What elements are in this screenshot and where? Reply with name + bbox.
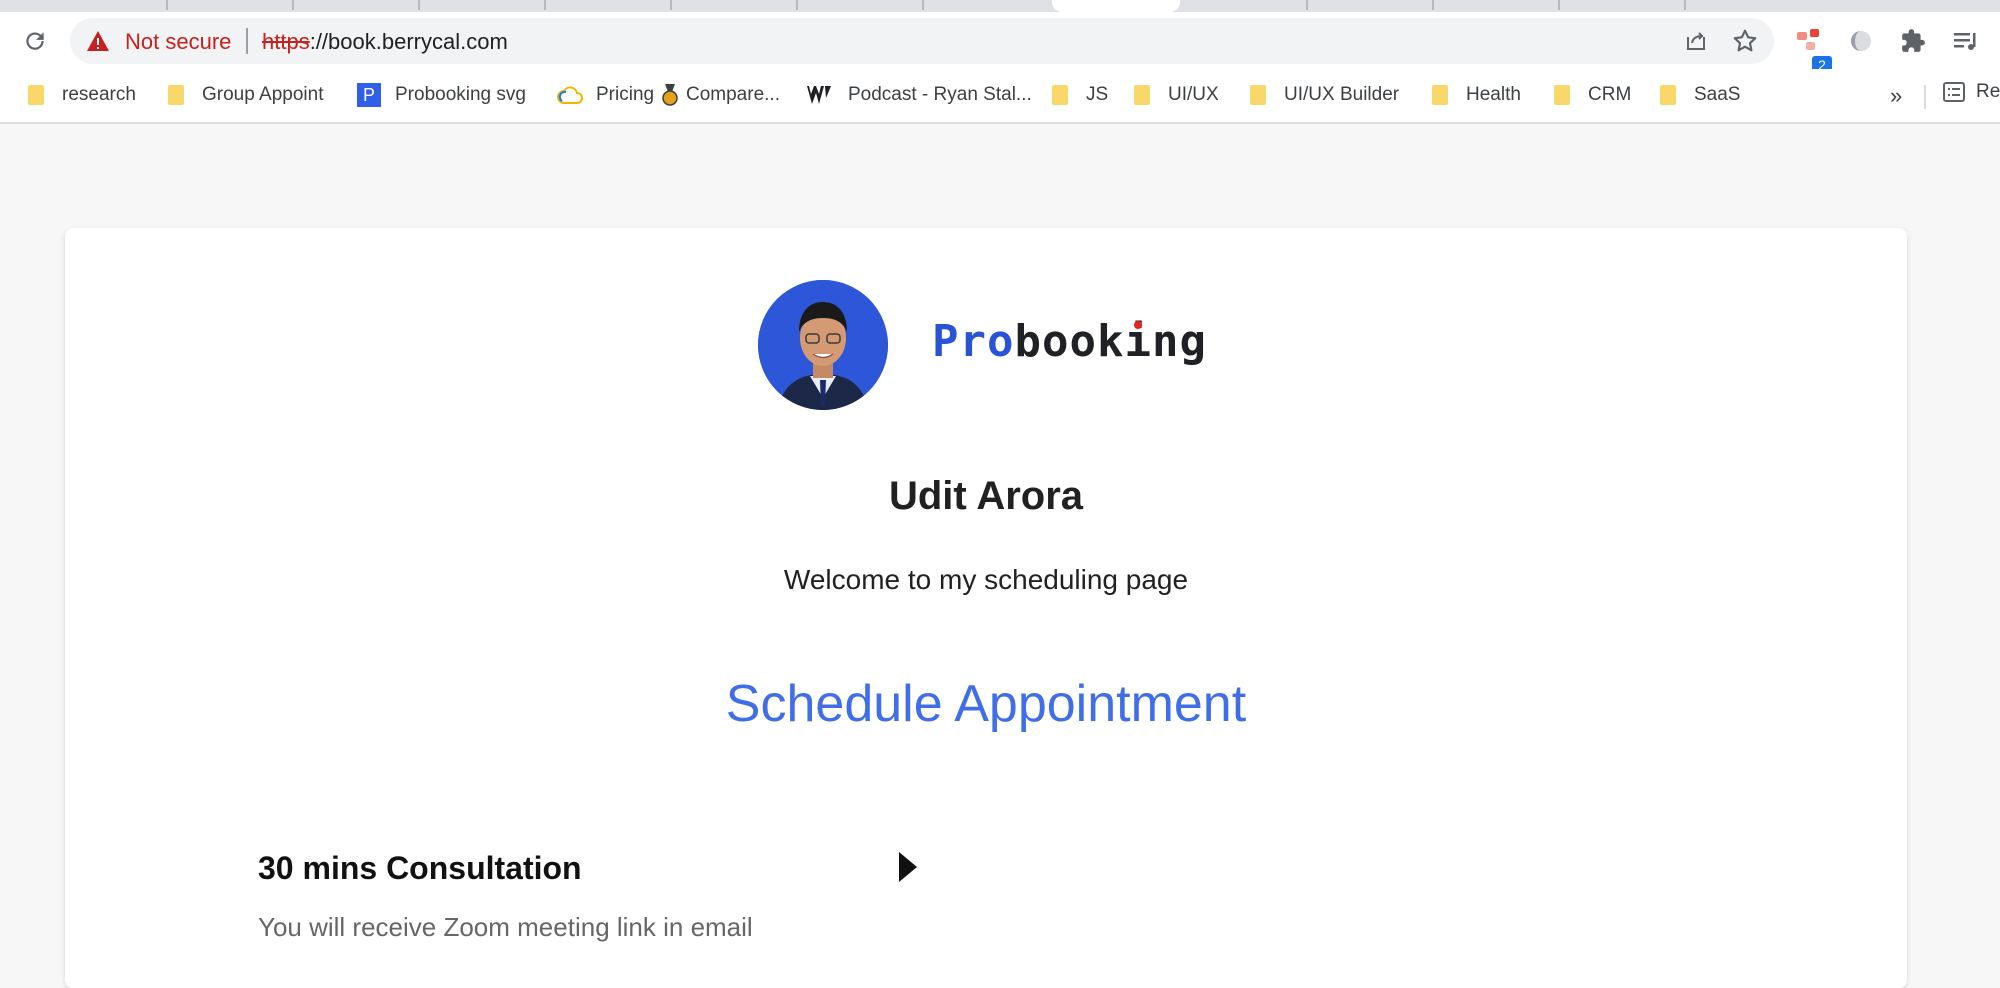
folder-icon xyxy=(1052,85,1068,105)
media-queue-icon[interactable] xyxy=(1952,28,1980,54)
tab-separator xyxy=(292,0,294,10)
tab-separator xyxy=(418,0,420,10)
tab-separator xyxy=(922,0,924,10)
page-title: Schedule Appointment xyxy=(725,675,1247,733)
folder-icon xyxy=(28,85,44,105)
folder-icon xyxy=(168,85,184,105)
event-description: You will receive Zoom meeting link in em… xyxy=(258,912,753,942)
tab-strip xyxy=(0,0,2000,12)
bookmark-label: research xyxy=(62,84,136,105)
booking-card: Probooking Udit Arora Welcome to my sche… xyxy=(65,228,1907,988)
bookmark-uiux-builder[interactable]: UI/UX Builder xyxy=(1250,79,1399,111)
bookmark-compare[interactable]: Compare... xyxy=(660,79,780,111)
reading-list-button[interactable]: Re xyxy=(1942,80,2000,104)
extensions-puzzle-icon[interactable] xyxy=(1900,28,1926,54)
extension-share-icon[interactable] xyxy=(1796,28,1826,54)
bookmarks-overflow-button[interactable]: » xyxy=(1890,83,1902,109)
bookmarks-divider xyxy=(1924,85,1926,109)
security-label[interactable]: Not secure xyxy=(125,29,231,55)
folder-icon xyxy=(1250,85,1266,105)
bookmark-label: Podcast - Ryan Stal... xyxy=(848,84,1032,105)
tab-separator xyxy=(1306,0,1308,10)
url-text[interactable]: https://book.berrycal.com xyxy=(262,29,508,55)
active-tab[interactable] xyxy=(1052,0,1180,12)
address-bar[interactable]: Not secure https://book.berrycal.com xyxy=(70,18,1774,64)
bookmark-label: Health xyxy=(1466,84,1521,105)
avatar xyxy=(758,280,888,410)
bookmark-research[interactable]: research xyxy=(28,79,136,111)
bookmark-probooking-svg[interactable]: P Probooking svg xyxy=(357,79,526,111)
folder-icon xyxy=(1432,85,1448,105)
reload-button[interactable] xyxy=(18,24,52,58)
bookmark-label: UI/UX xyxy=(1168,84,1219,105)
tab-separator xyxy=(1684,0,1686,10)
cloud-favicon xyxy=(557,86,583,104)
url-scheme: https xyxy=(262,29,310,54)
address-divider xyxy=(246,28,248,54)
bookmark-star-icon[interactable] xyxy=(1732,28,1758,54)
bookmark-label: Compare... xyxy=(686,84,780,105)
bookmark-label: JS xyxy=(1086,84,1109,105)
profile-photo xyxy=(758,280,888,410)
event-title[interactable]: 30 mins Consultation xyxy=(258,850,582,887)
bookmark-podcast[interactable]: Podcast - Ryan Stal... xyxy=(806,79,1032,111)
extension-moon-icon[interactable] xyxy=(1848,28,1874,54)
bookmark-group-appoint[interactable]: Group Appoint xyxy=(168,79,323,111)
tab-separator xyxy=(166,0,168,10)
bookmark-label: Group Appoint xyxy=(202,84,324,105)
bookmark-label: Probooking svg xyxy=(395,84,526,105)
welcome-text: Welcome to my scheduling page xyxy=(783,564,1189,595)
bookmark-crm[interactable]: CRM xyxy=(1554,79,1631,111)
podcast-favicon xyxy=(807,86,831,104)
medal-favicon xyxy=(662,84,678,106)
bookmark-saas[interactable]: SaaS xyxy=(1660,79,1740,111)
caret-right-icon[interactable] xyxy=(897,850,919,884)
bookmark-health[interactable]: Health xyxy=(1432,79,1521,111)
reading-list-label: Re xyxy=(1976,81,2000,102)
browser-toolbar: Not secure https://book.berrycal.com 2 xyxy=(0,12,2000,74)
tab-separator xyxy=(544,0,546,10)
reload-icon xyxy=(26,32,44,50)
bookmark-label: UI/UX Builder xyxy=(1284,84,1400,105)
profile-name: Udit Arora xyxy=(888,474,1084,518)
probooking-logo: Probooking xyxy=(932,316,1207,367)
bookmark-label: SaaS xyxy=(1694,84,1741,105)
bookmark-js[interactable]: JS xyxy=(1052,79,1108,111)
reading-list-icon xyxy=(1943,82,1965,102)
url-host: ://book.berrycal.com xyxy=(309,29,508,54)
tab-separator xyxy=(1558,0,1560,10)
bookmarks-bar: research Group Appoint P Probooking svg … xyxy=(0,69,2000,124)
bookmark-uiux[interactable]: UI/UX xyxy=(1134,79,1219,111)
bookmark-label: CRM xyxy=(1588,84,1632,105)
bookmark-label: Pricing xyxy=(596,84,655,105)
folder-icon xyxy=(1134,85,1150,105)
folder-icon xyxy=(1660,85,1676,105)
bookmark-pricing[interactable]: Pricing xyxy=(556,79,654,111)
tab-separator xyxy=(796,0,798,10)
tab-separator xyxy=(1432,0,1434,10)
folder-icon xyxy=(1554,85,1570,105)
tab-separator xyxy=(670,0,672,10)
probooking-favicon: P xyxy=(357,83,381,107)
share-icon[interactable] xyxy=(1684,29,1708,53)
warning-icon[interactable] xyxy=(86,30,110,52)
